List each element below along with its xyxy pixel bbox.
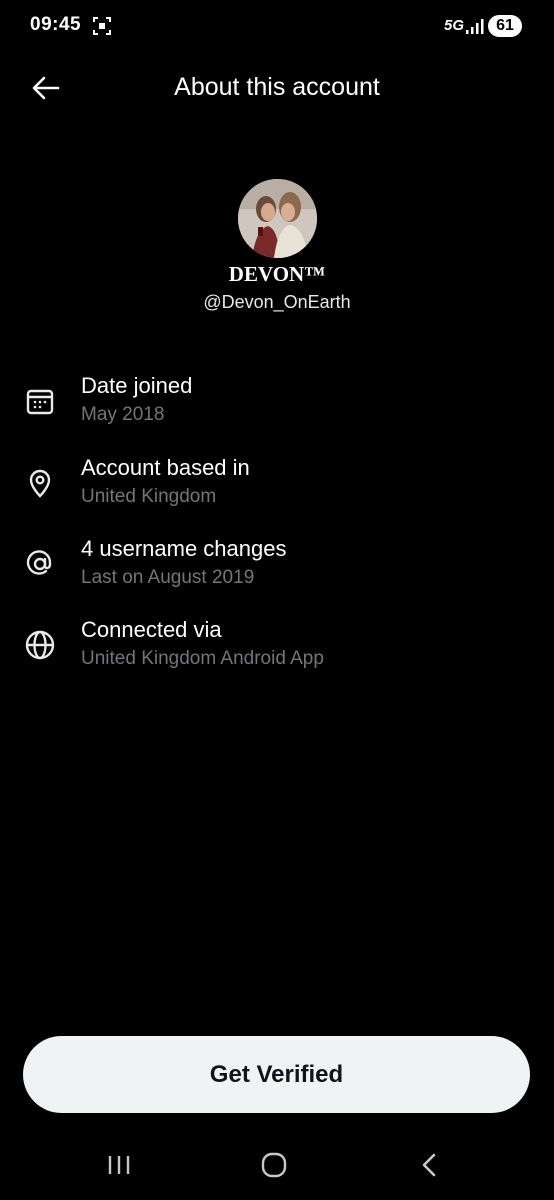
screenshot-icon (92, 16, 112, 36)
info-title: 4 username changes (81, 536, 287, 561)
info-title: Date joined (81, 373, 193, 398)
username-handle: @Devon_OnEarth (203, 292, 351, 312)
recents-icon[interactable] (104, 1152, 134, 1178)
display-name: DEVON™ (228, 262, 326, 286)
battery-icon: 61 (488, 15, 522, 37)
info-title: Account based in (81, 455, 250, 480)
location-pin-icon (22, 465, 58, 501)
system-back-icon[interactable] (418, 1152, 442, 1178)
info-title: Connected via (81, 617, 222, 642)
info-subtitle: Last on August 2019 (81, 567, 255, 588)
info-subtitle: May 2018 (81, 404, 165, 425)
status-bar: 09:45 5G 61 (0, 0, 554, 54)
header: About this account (0, 60, 554, 116)
avatar[interactable] (238, 179, 317, 258)
get-verified-button[interactable]: Get Verified (23, 1036, 530, 1113)
page-title: About this account (174, 73, 380, 101)
info-subtitle: United Kingdom Android App (81, 648, 324, 669)
info-row-date-joined: Date joined May 2018 (0, 373, 554, 433)
status-time: 09:45 (30, 14, 82, 35)
info-subtitle: United Kingdom (81, 486, 217, 507)
calendar-icon (22, 383, 58, 419)
info-row-username-changes: 4 username changes Last on August 2019 (0, 536, 554, 596)
info-row-connected-via: Connected via United Kingdom Android App (0, 617, 554, 677)
info-row-account-location: Account based in United Kingdom (0, 455, 554, 515)
network-type: 5G (444, 17, 465, 34)
system-nav-bar (0, 1140, 554, 1190)
globe-icon (22, 627, 58, 663)
at-sign-icon (22, 546, 58, 582)
signal-icon (466, 17, 484, 34)
home-icon[interactable] (260, 1152, 288, 1178)
